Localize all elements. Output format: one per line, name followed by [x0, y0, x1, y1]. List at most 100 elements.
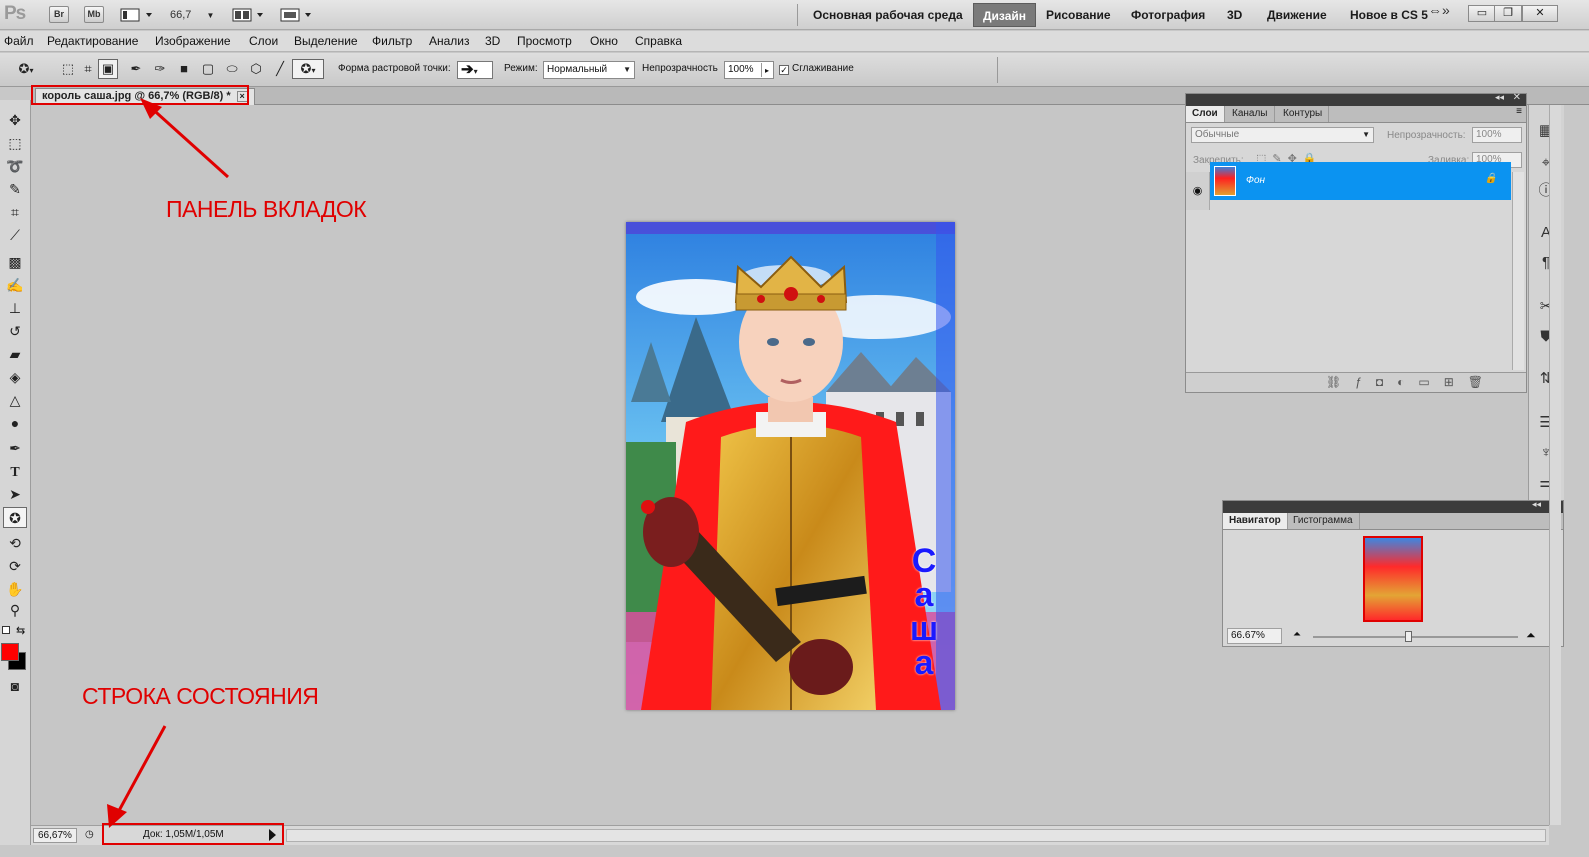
zoom-slider-thumb[interactable] — [1405, 631, 1412, 642]
menu-edit[interactable]: Редактирование — [47, 34, 138, 48]
close-panel-icon[interactable]: ✕ — [1513, 92, 1521, 103]
pen-tool-option[interactable]: ✒ — [126, 59, 146, 79]
layer-row-background[interactable]: Фон 🔒 — [1210, 162, 1511, 200]
opacity-input[interactable]: 100% ▸ — [724, 61, 774, 79]
brush-tool[interactable]: ✍ — [3, 275, 27, 296]
vertical-scrollbar[interactable] — [1549, 105, 1561, 825]
workspace-painting[interactable]: Рисование — [1046, 7, 1111, 23]
line-option[interactable]: ╱ — [270, 59, 290, 79]
quick-mask-button[interactable]: ◙ — [3, 676, 27, 697]
zoom-tool[interactable]: ⚲ — [3, 600, 27, 621]
3d-orbit-tool[interactable]: ⟳ — [3, 556, 27, 577]
3d-rotate-tool[interactable]: ⟲ — [3, 533, 27, 554]
eyedropper-tool[interactable]: ⟋ — [3, 225, 27, 246]
layer-actions-icons[interactable]: ⛓ƒ◘◐▭⊞🗑 — [1326, 375, 1497, 389]
marquee-tool[interactable]: ⬚ — [3, 133, 27, 154]
navigator-zoom-input[interactable]: 66.67% — [1227, 628, 1282, 644]
custom-shape-option[interactable]: ✪▾ — [292, 59, 324, 79]
minimize-button[interactable]: ▭ — [1468, 5, 1496, 22]
dodge-tool[interactable]: ● — [3, 413, 27, 434]
workspace-photography[interactable]: Фотография — [1131, 7, 1205, 23]
screen-mode-button[interactable] — [280, 7, 314, 23]
lasso-tool[interactable]: ➰ — [3, 156, 27, 177]
rounded-rectangle-option[interactable]: ▢ — [198, 59, 218, 79]
minibridge-button[interactable]: Mb — [84, 6, 104, 23]
menu-view[interactable]: Просмотр — [517, 34, 572, 48]
restore-button[interactable]: ❐ — [1494, 5, 1522, 22]
collapse-icon[interactable]: ◂◂ — [1495, 92, 1504, 103]
tab-paths[interactable]: Контуры — [1277, 106, 1330, 122]
workspace-motion[interactable]: Движение — [1267, 7, 1327, 23]
custom-shape-tool[interactable]: ✪ — [3, 507, 27, 528]
default-colors-icon[interactable] — [2, 626, 10, 634]
healing-brush-tool[interactable]: ▩ — [3, 252, 27, 273]
workspace-essentials[interactable]: Основная рабочая среда — [813, 7, 963, 23]
menu-help[interactable]: Справка — [635, 34, 682, 48]
view-extras-icon — [120, 8, 152, 22]
crop-tool[interactable]: ⌗ — [3, 202, 27, 223]
view-extras-button[interactable] — [120, 7, 156, 23]
ellipse-option[interactable]: ⬭ — [222, 59, 242, 79]
workspace-design-active[interactable]: Дизайн — [973, 3, 1037, 27]
menu-file[interactable]: Файл — [4, 34, 34, 48]
zoom-out-icon[interactable]: ⏶ — [1293, 629, 1301, 640]
panel-menu-icon[interactable]: ≡ — [1516, 106, 1522, 117]
menu-3d[interactable]: 3D — [485, 34, 500, 48]
hand-tool[interactable]: ✋ — [3, 579, 27, 600]
arrange-documents-button[interactable] — [232, 7, 266, 23]
type-tool[interactable]: T — [3, 461, 27, 482]
polygon-option[interactable]: ⬡ — [246, 59, 266, 79]
menu-select[interactable]: Выделение — [294, 34, 358, 48]
eraser-tool[interactable]: ▰ — [3, 344, 27, 365]
document-image[interactable]: Саша — [626, 222, 955, 710]
antialias-checkbox[interactable]: ✓ — [779, 65, 789, 75]
tab-layers[interactable]: Слои — [1186, 106, 1225, 122]
visibility-eye-icon[interactable]: ◉ — [1186, 172, 1210, 210]
bridge-button[interactable]: Br — [49, 6, 69, 23]
freeform-pen-option[interactable]: ✑ — [150, 59, 170, 79]
zoom-level-dropdown[interactable]: 66,7 ▼ — [170, 7, 218, 23]
paths-button[interactable]: ⌗ — [78, 59, 98, 79]
blend-mode-dropdown[interactable]: Обычные ▼ — [1191, 127, 1374, 143]
quick-selection-tool[interactable]: ✎ — [3, 179, 27, 200]
collapse-icon[interactable]: ◂◂ — [1532, 499, 1541, 510]
shape-layers-button[interactable]: ⬚ — [58, 59, 78, 79]
fill-pixels-button[interactable]: ▣ — [98, 59, 118, 79]
menu-analysis[interactable]: Анализ — [429, 34, 470, 48]
layer-opacity-input[interactable]: 100% — [1472, 127, 1522, 143]
swap-colors-icon[interactable]: ⇆ — [16, 624, 25, 637]
shape-picker[interactable]: ➔▾ — [457, 61, 493, 79]
tab-channels[interactable]: Каналы — [1226, 106, 1275, 122]
tool-preset-picker[interactable]: ✪▾ — [10, 59, 42, 79]
paint-bucket-tool[interactable]: ◈ — [3, 367, 27, 388]
menu-image[interactable]: Изображение — [155, 34, 231, 48]
tab-navigator[interactable]: Навигатор — [1223, 513, 1288, 529]
blur-tool[interactable]: △ — [3, 390, 27, 411]
rectangle-option[interactable]: ■ — [174, 59, 194, 79]
horizontal-scrollbar[interactable] — [286, 829, 1546, 842]
zoom-in-icon[interactable]: ⏶ — [1526, 628, 1536, 643]
clone-stamp-tool[interactable]: ⊥ — [3, 298, 27, 319]
workspace-3d[interactable]: 3D — [1227, 7, 1242, 23]
annotation-label-tabs: ПАНЕЛЬ ВКЛАДОК — [166, 196, 367, 222]
menu-filter[interactable]: Фильтр — [372, 34, 412, 48]
path-icon: ⌗ — [84, 61, 92, 76]
menu-window[interactable]: Окно — [590, 34, 618, 48]
path-selection-tool[interactable]: ➤ — [3, 484, 27, 505]
move-tool[interactable]: ✥ — [3, 110, 27, 131]
foreground-color-swatch[interactable] — [1, 643, 19, 661]
workspace-new-in-cs5[interactable]: Новое в CS 5 — [1350, 7, 1428, 23]
status-clock-icon[interactable]: ◷ — [85, 829, 94, 840]
zoom-slider-track[interactable] — [1313, 636, 1518, 638]
history-brush-tool[interactable]: ↺ — [3, 321, 27, 342]
layers-scrollbar[interactable] — [1512, 172, 1524, 370]
pen-tool[interactable]: ✒ — [3, 438, 27, 459]
workspace-overflow-icon[interactable]: ⇔» — [1428, 2, 1450, 18]
menu-layers[interactable]: Слои — [249, 34, 278, 48]
mode-dropdown[interactable]: Нормальный ▼ — [543, 61, 635, 79]
close-button[interactable]: ✕ — [1522, 5, 1558, 22]
status-zoom-input[interactable]: 66,67% — [33, 828, 77, 843]
tab-histogram[interactable]: Гистограмма — [1287, 513, 1360, 529]
fill-pixels-icon: ▣ — [101, 61, 115, 76]
navigator-preview[interactable] — [1363, 536, 1423, 622]
